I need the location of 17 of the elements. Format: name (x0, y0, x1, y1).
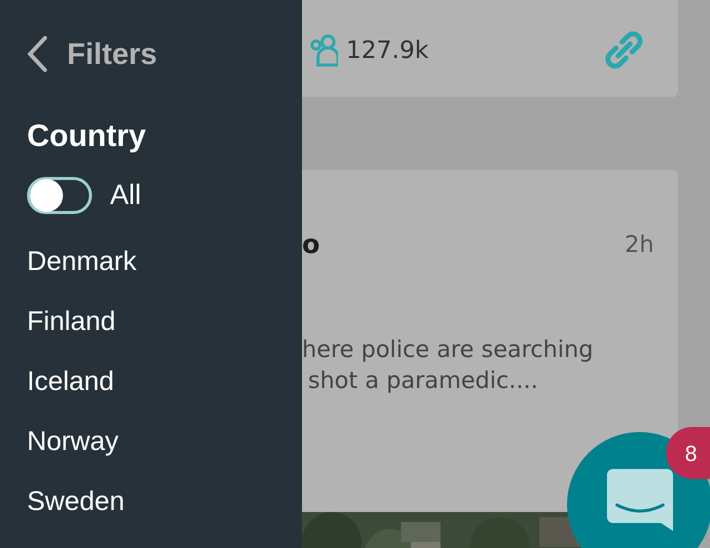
post-time: 2h (624, 231, 654, 260)
country-option[interactable]: Norway (27, 411, 302, 471)
toggle-switch[interactable] (27, 176, 92, 214)
section-heading: Country (27, 117, 147, 155)
country-option[interactable]: Sweden (27, 471, 302, 531)
country-option[interactable]: Iceland (27, 351, 302, 411)
toggle-label: All (110, 178, 142, 212)
chat-icon (606, 469, 672, 531)
follower-count: 127.9k (346, 34, 429, 66)
back-icon (27, 36, 47, 72)
back-button[interactable]: Filters (27, 34, 302, 74)
country-option[interactable]: Denmark (27, 231, 302, 291)
post-excerpt: shot a paramedic.... (307, 367, 540, 396)
people-icon (310, 32, 338, 66)
post-excerpt: here police are searching (302, 336, 594, 365)
country-option[interactable]: Finland (27, 291, 302, 351)
post-title: o (302, 229, 320, 262)
